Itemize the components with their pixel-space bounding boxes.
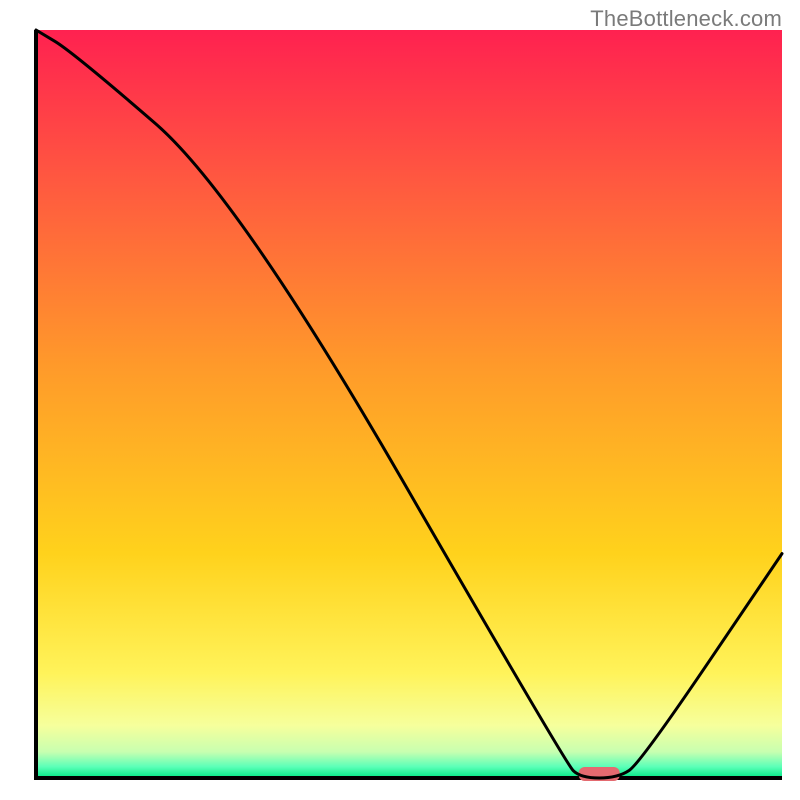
chart-container: TheBottleneck.com — [0, 0, 800, 800]
chart-svg — [0, 0, 800, 800]
plot-background — [36, 30, 782, 778]
